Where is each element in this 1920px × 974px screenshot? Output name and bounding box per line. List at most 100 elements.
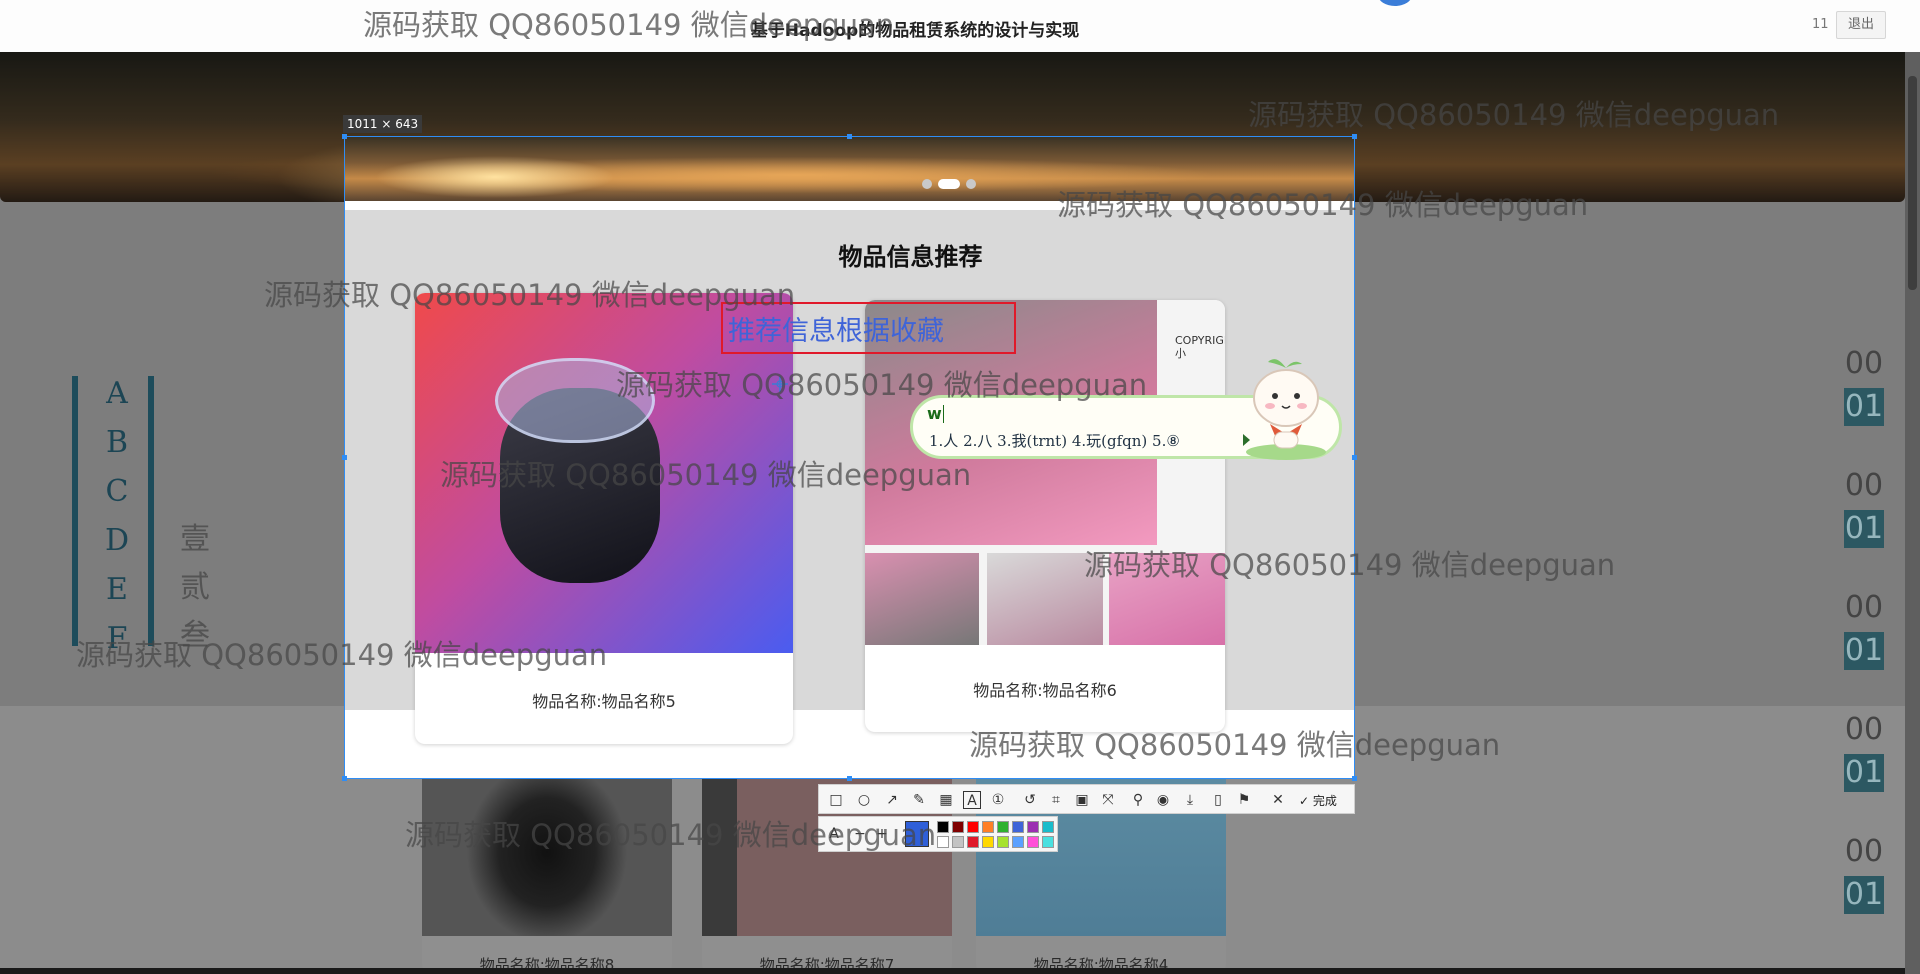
selection-size-label: 1011 × 643	[343, 115, 423, 133]
site-title: 基于Hadoop的物品租赁系统的设计与实现	[750, 21, 1080, 41]
color-swatch[interactable]	[1012, 836, 1024, 848]
rectangle-icon[interactable]: □	[827, 791, 845, 809]
watermark-text: 源码获取 QQ86050149 微信deepguan	[969, 728, 1501, 762]
color-swatch[interactable]	[1042, 836, 1054, 848]
crop-icon[interactable]: ⌗	[1047, 791, 1065, 809]
chinese-numeral: 贰	[180, 570, 210, 605]
carousel-dot[interactable]	[966, 179, 976, 189]
pager-number-active: 01	[1844, 510, 1884, 548]
index-letter[interactable]: D	[102, 523, 132, 558]
long-screenshot-icon[interactable]: ⤧	[1099, 791, 1117, 809]
carousel-dot-active[interactable]	[938, 179, 960, 189]
pager-item[interactable]: 00 01	[1844, 834, 1884, 914]
color-swatch[interactable]	[1027, 836, 1039, 848]
resize-handle[interactable]	[847, 134, 852, 139]
serial-number-icon[interactable]: ①	[989, 791, 1007, 809]
section-title: 物品信息推荐	[838, 243, 983, 271]
pager-number: 00	[1844, 346, 1884, 381]
screenshot-toolbar: □ ○ ↗ ✎ ▦ A ① ↺ ⌗ ▣ ⤧ ⚲ ◉ ⤓ ▯ ⚑ ✕ ✓ 完成	[818, 784, 1355, 814]
color-swatch[interactable]	[967, 836, 979, 848]
carousel-dot[interactable]	[922, 179, 932, 189]
pager-number: 00	[1844, 712, 1884, 747]
index-letter[interactable]: C	[102, 474, 132, 509]
color-swatch[interactable]	[997, 821, 1009, 833]
index-letter[interactable]: E	[102, 572, 132, 607]
resize-handle[interactable]	[1352, 134, 1357, 139]
ellipse-icon[interactable]: ○	[855, 791, 873, 809]
index-letter[interactable]: A	[102, 376, 132, 411]
watermark-text: 源码获取 QQ86050149 微信deepguan	[264, 278, 796, 312]
watermark-text: 源码获取 QQ86050149 微信deepguan	[440, 458, 972, 492]
pager-number-active: 01	[1844, 632, 1884, 670]
logout-button[interactable]: 退出	[1836, 11, 1886, 39]
scrollbar-thumb[interactable]	[1908, 76, 1917, 290]
product-caption: 物品名称:物品名称5	[532, 692, 676, 711]
pager-number: 00	[1844, 590, 1884, 625]
pager-number-active: 01	[1844, 388, 1884, 426]
bookmark-icon[interactable]: ⚑	[1235, 791, 1253, 809]
color-swatch[interactable]	[937, 821, 949, 833]
watermark-text: 源码获取 QQ86050149 微信deepguan	[616, 368, 1148, 402]
done-button[interactable]: ✓ 完成	[1299, 792, 1337, 809]
watermark-text: 源码获取 QQ86050149 微信deepguan	[1057, 188, 1589, 222]
pin-icon[interactable]: ⚲	[1129, 791, 1147, 809]
text-icon[interactable]: A	[963, 791, 981, 809]
pencil-icon[interactable]: ✎	[910, 791, 928, 809]
pager-number-active: 01	[1844, 876, 1884, 914]
watermark-text: 源码获取 QQ86050149 微信deepguan	[405, 818, 937, 852]
ocr-icon[interactable]: ▣	[1073, 791, 1091, 809]
resize-handle[interactable]	[342, 455, 347, 460]
pager-item[interactable]: 00 01	[1844, 346, 1884, 426]
color-swatch[interactable]	[967, 821, 979, 833]
record-icon[interactable]: ◉	[1154, 791, 1172, 809]
check-icon: ✓	[1299, 794, 1313, 808]
arrow-icon[interactable]: ↗	[883, 791, 901, 809]
resize-handle[interactable]	[1352, 776, 1357, 781]
pager-item[interactable]: 00 01	[1844, 468, 1884, 548]
color-swatch[interactable]	[982, 821, 994, 833]
ime-mascot-icon	[1246, 359, 1326, 460]
index-bar-left	[72, 376, 78, 646]
pager-item[interactable]: 00 01	[1844, 590, 1884, 670]
ime-composition: w	[927, 404, 942, 423]
close-icon[interactable]: ✕	[1269, 791, 1287, 809]
floating-avatar-icon[interactable]	[1378, 0, 1412, 6]
bedding-photo-detail	[865, 553, 979, 645]
username: 11	[1812, 17, 1829, 32]
annotation-text[interactable]: 推荐信息根据收藏	[728, 309, 944, 348]
resize-handle[interactable]	[342, 134, 347, 139]
download-icon[interactable]: ⤓	[1181, 791, 1199, 809]
watermark-text: 源码获取 QQ86050149 微信deepguan	[1248, 98, 1780, 132]
watermark-text: 源码获取 QQ86050149 微信deepguan	[76, 638, 608, 672]
image-copyright-text: COPYRIGHT 小	[1175, 334, 1225, 360]
ime-candidates[interactable]: 1.人 2.八 3.我(trnt) 4.玩(gfqn) 5.⑧	[929, 430, 1180, 451]
page-scrollbar[interactable]	[1905, 52, 1920, 974]
watermark-text: 源码获取 QQ86050149 微信deepguan	[1084, 548, 1616, 582]
product-caption: 物品名称:物品名称6	[973, 681, 1117, 700]
color-swatch[interactable]	[952, 821, 964, 833]
taskbar-edge	[0, 968, 1905, 974]
product-card[interactable]: 物品名称:物品名称5	[415, 293, 793, 744]
color-swatch[interactable]	[1027, 821, 1039, 833]
color-swatch[interactable]	[997, 836, 1009, 848]
resize-handle[interactable]	[1352, 455, 1357, 460]
top-header: 基于Hadoop的物品租赁系统的设计与实现 11 退出	[0, 0, 1920, 52]
pager-number: 00	[1844, 468, 1884, 503]
color-swatch[interactable]	[952, 836, 964, 848]
color-swatch[interactable]	[937, 836, 949, 848]
color-swatch[interactable]	[982, 836, 994, 848]
mosaic-icon[interactable]: ▦	[937, 791, 955, 809]
pager-item[interactable]: 00 01	[1844, 712, 1884, 792]
ime-caret	[943, 405, 944, 423]
index-letter[interactable]: B	[102, 425, 132, 460]
resize-handle[interactable]	[342, 776, 347, 781]
resize-handle[interactable]	[847, 776, 852, 781]
copy-icon[interactable]: ▯	[1209, 791, 1227, 809]
watermark-text: 源码获取 QQ86050149 微信deepguan	[363, 8, 895, 42]
color-swatch[interactable]	[1042, 821, 1054, 833]
chinese-numeral: 壹	[180, 522, 210, 557]
pager-number-active: 01	[1844, 754, 1884, 792]
undo-icon[interactable]: ↺	[1021, 791, 1039, 809]
color-swatch[interactable]	[1012, 821, 1024, 833]
product-card[interactable]: 物品名称:物品名称8	[422, 750, 672, 974]
